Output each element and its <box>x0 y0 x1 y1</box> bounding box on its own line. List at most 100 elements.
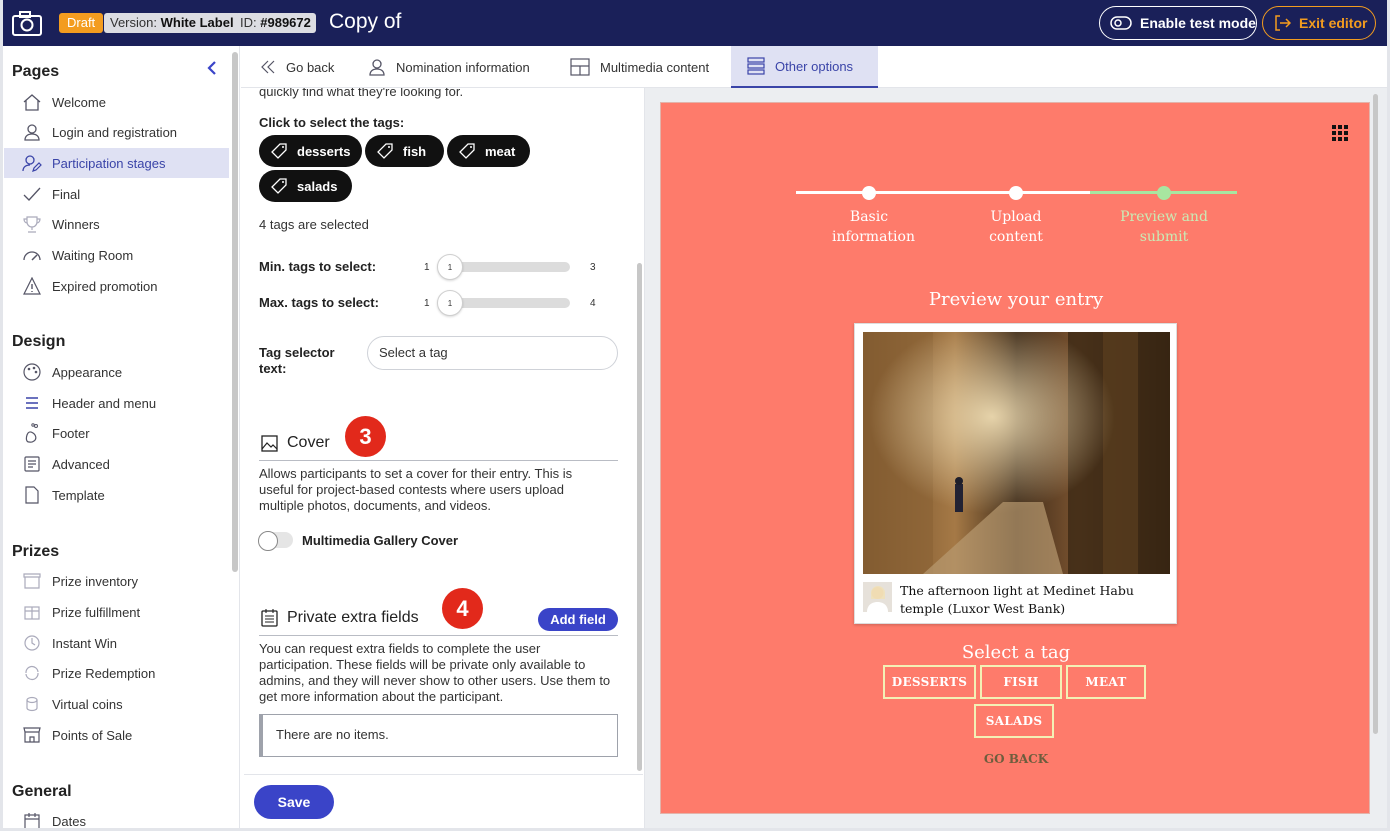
sidebar-item-virtual-coins[interactable]: Virtual coins <box>4 689 229 719</box>
user-edit-icon <box>21 153 43 173</box>
tag-icon <box>377 143 393 159</box>
step-dot-preview-submit <box>1157 186 1171 200</box>
sidebar-item-participation-stages[interactable]: Participation stages <box>4 148 229 178</box>
min-tags-slider-handle[interactable]: 1 <box>437 254 463 280</box>
tab-bar: Go back Nomination information Multimedi… <box>241 46 1387 88</box>
tag-selector-input[interactable]: Select a tag <box>367 336 618 370</box>
draft-badge: Draft <box>59 13 104 33</box>
step-label-upload-content: Upload content <box>989 209 1043 245</box>
cover-divider <box>259 460 618 461</box>
sidebar-item-prize-fulfillment[interactable]: Prize fulfillment <box>4 597 229 627</box>
tab-other-options[interactable]: Other options <box>731 46 878 88</box>
max-tags-slider-handle[interactable]: 1 <box>437 290 463 316</box>
sidebar-item-label: Prize inventory <box>52 573 138 589</box>
sidebar-item-login-registration[interactable]: Login and registration <box>4 117 229 147</box>
entry-preview-card: The afternoon light at Medinet Habu temp… <box>854 323 1177 624</box>
add-field-button[interactable]: Add field <box>538 608 618 631</box>
go-back-link[interactable]: GO BACK <box>661 752 1369 766</box>
preview-area: Basic information Upload content Preview… <box>644 88 1387 828</box>
list-icon <box>747 57 765 75</box>
tag-icon <box>271 178 287 194</box>
promotion-title: Copy of <box>329 10 402 33</box>
tag-chip-desserts[interactable]: desserts <box>259 135 362 167</box>
menu-icon <box>21 393 43 413</box>
sidebar: Pages Welcome Login and registration Par… <box>3 46 240 829</box>
sidebar-item-expired-promotion[interactable]: Expired promotion <box>4 271 229 301</box>
preview-tag-salads[interactable]: SALADS <box>974 704 1054 738</box>
sidebar-section-pages: Pages <box>12 63 60 80</box>
preview-tag-fish[interactable]: FISH <box>980 665 1062 699</box>
save-button[interactable]: Save <box>254 785 334 819</box>
preview-canvas: Basic information Upload content Preview… <box>660 102 1370 814</box>
tag-chip-fish[interactable]: fish <box>365 135 444 167</box>
preview-tag-desserts[interactable]: DESSERTS <box>883 665 976 699</box>
enable-test-mode-button[interactable]: Enable test mode <box>1099 6 1257 40</box>
multimedia-gallery-cover-toggle[interactable] <box>258 531 293 551</box>
exit-icon <box>1275 15 1291 31</box>
tab-multimedia-content[interactable]: Multimedia content <box>570 46 709 88</box>
check-icon <box>21 184 43 204</box>
step-marker-3: 3 <box>345 416 386 457</box>
sidebar-item-header-menu[interactable]: Header and menu <box>4 388 229 418</box>
sidebar-section-general: General <box>12 783 72 800</box>
tab-label: Other options <box>775 58 854 74</box>
tags-intro-text: quickly find what they're looking for. <box>259 88 464 99</box>
tab-label: Multimedia content <box>600 59 710 75</box>
tab-label: Go back <box>286 59 335 75</box>
tag-chip-meat[interactable]: meat <box>447 135 530 167</box>
tab-nomination-information[interactable]: Nomination information <box>368 46 530 88</box>
min-tags-label: Min. tags to select: <box>259 259 377 274</box>
tag-chip-label: desserts <box>297 143 351 159</box>
enable-test-mode-label: Enable test mode <box>1140 15 1256 31</box>
sidebar-item-appearance[interactable]: Appearance <box>4 357 229 387</box>
preview-scrollbar[interactable] <box>1373 94 1378 734</box>
step-dot-upload-content <box>1009 186 1023 200</box>
sidebar-item-winners[interactable]: Winners <box>4 209 229 239</box>
preview-entry-title: Preview your entry <box>928 289 1104 310</box>
image-icon <box>261 434 278 452</box>
instant-win-icon <box>21 633 43 653</box>
palette-icon <box>21 362 43 382</box>
sidebar-item-footer[interactable]: Footer <box>4 418 229 448</box>
exit-editor-button[interactable]: Exit editor <box>1262 6 1376 40</box>
sidebar-item-welcome[interactable]: Welcome <box>4 87 229 117</box>
sidebar-item-label: Participation stages <box>52 155 166 171</box>
min-slider-min: 1 <box>424 262 430 273</box>
sidebar-item-dates[interactable]: Dates <box>4 806 229 829</box>
sidebar-item-label: Instant Win <box>52 635 118 651</box>
sidebar-item-advanced[interactable]: Advanced <box>4 449 229 479</box>
sidebar-item-instant-win[interactable]: Instant Win <box>4 628 229 658</box>
multimedia-gallery-cover-label: Multimedia Gallery Cover <box>302 533 459 548</box>
collapse-sidebar-icon[interactable] <box>205 60 219 76</box>
sidebar-item-final[interactable]: Final <box>4 179 229 209</box>
sidebar-item-template[interactable]: Template <box>4 480 229 510</box>
tab-go-back[interactable]: Go back <box>260 46 334 88</box>
version-badge: Version: White Label <box>104 13 240 33</box>
preview-tag-meat[interactable]: MEAT <box>1066 665 1146 699</box>
top-bar: Draft Version: White Label ID: #989672 C… <box>3 0 1387 46</box>
user-icon <box>369 59 385 76</box>
sidebar-item-label: Login and registration <box>52 124 178 140</box>
sidebar-item-label: Advanced <box>52 456 110 472</box>
sidebar-item-label: Header and menu <box>52 395 157 411</box>
sidebar-item-label: Final <box>52 186 81 202</box>
entry-caption: The afternoon light at Medinet Habu temp… <box>900 583 1134 616</box>
sidebar-scrollbar[interactable] <box>232 52 238 572</box>
tag-chip-salads[interactable]: salads <box>259 170 352 202</box>
version-value: White Label <box>160 15 234 30</box>
panel-scrollbar[interactable] <box>637 263 642 771</box>
sidebar-item-prize-redemption[interactable]: Prize Redemption <box>4 658 229 688</box>
sidebar-item-label: Dates <box>52 813 86 829</box>
sidebar-item-points-of-sale[interactable]: Points of Sale <box>4 720 229 750</box>
foot-icon <box>21 423 43 443</box>
sidebar-item-label: Expired promotion <box>52 278 158 294</box>
sidebar-item-waiting-room[interactable]: Waiting Room <box>4 240 229 270</box>
version-label: Version: <box>110 15 157 30</box>
chevron-left-icon <box>261 60 275 74</box>
step-marker-4: 4 <box>442 588 483 629</box>
tab-label: Nomination information <box>396 59 530 75</box>
user-icon <box>21 122 43 142</box>
coins-icon <box>21 694 43 714</box>
sidebar-item-prize-inventory[interactable]: Prize inventory <box>4 566 229 596</box>
apps-grid-icon[interactable] <box>1332 125 1348 141</box>
